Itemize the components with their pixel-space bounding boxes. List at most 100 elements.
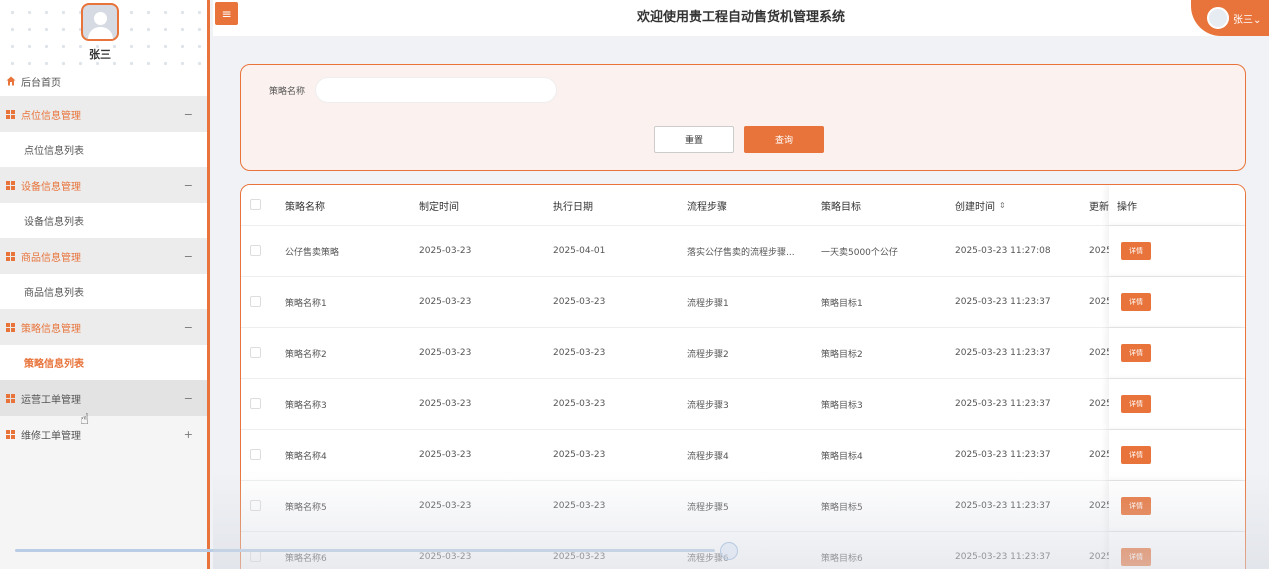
sidebar-group-device[interactable]: 设备信息管理 − [0, 167, 207, 203]
row-checkbox[interactable] [250, 245, 261, 256]
table-cell-exec: 2025-03-23 [553, 297, 606, 307]
grid-icon [6, 322, 15, 332]
row-checkbox[interactable] [250, 296, 261, 307]
expand-icon[interactable]: + [184, 428, 193, 441]
detail-button[interactable]: 详情 [1121, 497, 1151, 515]
table-cell-goal: 策略目标2 [821, 349, 863, 360]
table-cell-updated: 2025 [1089, 399, 1111, 409]
collapse-icon[interactable]: − [184, 179, 193, 192]
table-row[interactable]: 策略名称4 2025-03-23 2025-03-23 流程步骤4 策略目标4 2025-… [241, 430, 1245, 481]
column-header[interactable]: 流程步骤 [687, 185, 727, 225]
query-button[interactable]: 查询 [744, 126, 824, 153]
detail-button[interactable]: 详情 [1121, 395, 1151, 413]
sidebar-group-strategy[interactable]: 策略信息管理 − [0, 309, 207, 345]
user-name: 张三 [89, 48, 111, 61]
grid-icon [6, 109, 15, 119]
table-cell-exec: 2025-03-23 [553, 399, 606, 409]
table-cell-created: 2025-03-23 11:23:37 [955, 297, 1051, 307]
row-checkbox[interactable] [250, 551, 261, 562]
sidebar-group-location[interactable]: 点位信息管理 − [0, 96, 207, 132]
table-row[interactable]: 公仔售卖策略 2025-03-23 2025-04-01 落实公仔售卖的流程步骤...… [241, 226, 1245, 277]
table-cell-made: 2025-03-23 [419, 450, 472, 460]
table-cell-created: 2025-03-23 11:23:37 [955, 450, 1051, 460]
row-checkbox[interactable] [250, 398, 261, 409]
column-header-created[interactable]: 创建时间 ⇕ [955, 185, 1006, 225]
table-cell-created: 2025-03-23 11:27:08 [955, 246, 1051, 256]
sidebar-item-label: 后台首页 [21, 77, 61, 89]
collapse-icon[interactable]: − [184, 250, 193, 263]
row-checkbox[interactable] [250, 347, 261, 358]
sidebar-item-label: 策略信息管理 [21, 323, 81, 335]
column-header[interactable]: 执行日期 [553, 185, 593, 225]
strategy-name-input[interactable] [315, 77, 557, 103]
select-all-checkbox[interactable] [250, 199, 261, 210]
table-cell-made: 2025-03-23 [419, 246, 472, 256]
table-cell-exec: 2025-03-23 [553, 501, 606, 511]
search-panel: 策略名称 重置 查询 [240, 64, 1246, 171]
sidebar-item-location-list[interactable]: 点位信息列表 [0, 132, 207, 167]
table-cell-goal: 策略目标5 [821, 502, 863, 513]
detail-button[interactable]: 详情 [1121, 344, 1151, 362]
table-row[interactable]: 策略名称2 2025-03-23 2025-03-23 流程步骤2 策略目标2 2025-… [241, 328, 1245, 379]
table-cell-updated: 2025 [1089, 246, 1111, 256]
table-cell-exec: 2025-03-23 [553, 348, 606, 358]
row-checkbox[interactable] [250, 449, 261, 460]
table-cell-created: 2025-03-23 11:23:37 [955, 552, 1051, 562]
table-cell-steps: 流程步骤3 [687, 400, 729, 411]
sidebar-item-label: 点位信息管理 [21, 110, 81, 122]
table-cell-updated: 2025 [1089, 348, 1111, 358]
table-cell-made: 2025-03-23 [419, 399, 472, 409]
table-row[interactable]: 策略名称1 2025-03-23 2025-03-23 流程步骤1 策略目标1 2025-… [241, 277, 1245, 328]
sidebar-group-product[interactable]: 商品信息管理 − [0, 238, 207, 274]
sidebar-item-home[interactable]: 后台首页 [0, 66, 207, 96]
detail-button[interactable]: 详情 [1121, 446, 1151, 464]
table-cell-exec: 2025-04-01 [553, 246, 606, 256]
horizontal-scrollbar[interactable] [15, 549, 715, 552]
column-header: 操作 [1117, 202, 1137, 213]
column-header[interactable]: 策略名称 [285, 185, 325, 225]
table-cell-name: 策略名称5 [285, 502, 327, 513]
sidebar-item-strategy-list[interactable]: 策略信息列表 [0, 345, 207, 380]
row-checkbox[interactable] [250, 500, 261, 511]
table-cell-steps: 流程步骤2 [687, 349, 729, 360]
table-row[interactable]: 策略名称5 2025-03-23 2025-03-23 流程步骤5 策略目标5 2025-… [241, 481, 1245, 532]
table-cell-steps: 流程步骤1 [687, 298, 729, 309]
user-menu-label: 张三⌄ [1233, 14, 1262, 26]
column-header[interactable]: 更新 [1089, 185, 1111, 225]
table-cell-name: 策略名称4 [285, 451, 327, 462]
collapse-icon[interactable]: − [184, 321, 193, 334]
table-cell-goal: 策略目标4 [821, 451, 863, 462]
detail-button[interactable]: 详情 [1121, 242, 1151, 260]
sidebar-group-repair[interactable]: 维修工单管理 + [0, 416, 207, 452]
table-cell-created: 2025-03-23 11:23:37 [955, 501, 1051, 511]
grid-icon [6, 429, 15, 439]
table-cell-updated: 2025 [1089, 501, 1111, 511]
detail-button[interactable]: 详情 [1121, 548, 1151, 566]
collapse-icon[interactable]: − [184, 108, 193, 121]
sidebar-item-device-list[interactable]: 设备信息列表 [0, 203, 207, 238]
table-cell-steps: 落实公仔售卖的流程步骤... [687, 247, 795, 258]
grid-icon [6, 180, 15, 190]
sort-icon[interactable]: ⇕ [999, 201, 1006, 210]
sidebar-item-product-list[interactable]: 商品信息列表 [0, 274, 207, 309]
table-cell-steps: 流程步骤5 [687, 502, 729, 513]
table-cell-goal: 策略目标6 [821, 553, 863, 564]
collapse-icon[interactable]: − [184, 392, 193, 405]
table-cell-updated: 2025 [1089, 450, 1111, 460]
column-header-label: 创建时间 [955, 201, 995, 213]
table-cell-name: 公仔售卖策略 [285, 247, 340, 258]
table-cell-exec: 2025-03-23 [553, 450, 606, 460]
reset-button[interactable]: 重置 [654, 126, 734, 153]
table-row[interactable]: 策略名称3 2025-03-23 2025-03-23 流程步骤3 策略目标3 2025-… [241, 379, 1245, 430]
home-icon [6, 76, 16, 86]
top-bar: ≡ 欢迎使用贵工程自动售货机管理系统 张三⌄ [213, 0, 1269, 36]
column-header[interactable]: 制定时间 [419, 185, 459, 225]
user-menu[interactable]: 张三⌄ [1191, 0, 1269, 36]
avatar[interactable] [81, 3, 119, 41]
scroll-handle[interactable] [720, 542, 738, 560]
page-title: 欢迎使用贵工程自动售货机管理系统 [636, 10, 845, 25]
table-cell-name: 策略名称1 [285, 298, 327, 309]
column-header[interactable]: 策略目标 [821, 185, 861, 225]
sidebar-group-operation[interactable]: 运营工单管理 − [0, 380, 207, 416]
detail-button[interactable]: 详情 [1121, 293, 1151, 311]
